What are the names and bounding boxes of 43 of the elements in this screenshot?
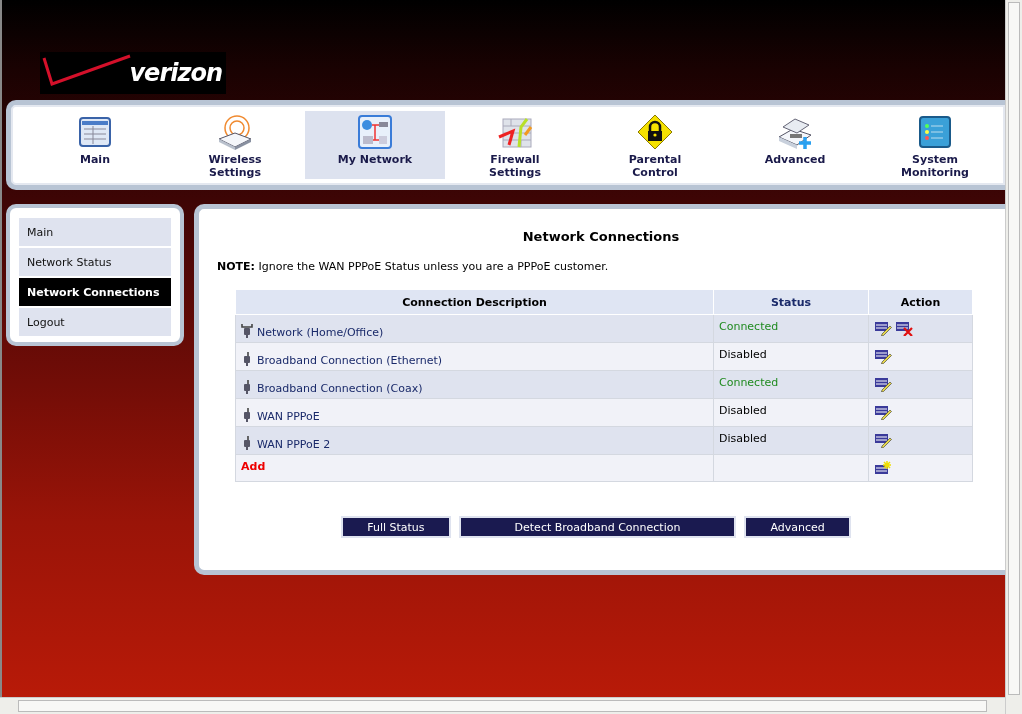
connection-link[interactable]: WAN PPPoE [257,404,320,423]
sidebar-item[interactable]: Network Connections [19,278,171,306]
cable-plug-icon [241,351,253,367]
edit-icon[interactable] [874,320,892,336]
nav-tab[interactable]: Wireless Settings [165,111,305,179]
status-text: Connected [719,320,779,333]
sidebar-item[interactable]: Network Status [19,248,171,276]
action-button[interactable]: Full Status [343,518,449,536]
sidebar-item[interactable]: Logout [19,308,171,336]
add-icon[interactable] [874,460,892,476]
column-header: Connection Description [235,289,714,315]
status-text: Connected [719,376,779,389]
note-text: NOTE: Ignore the WAN PPPoE Status unless you are a PPPoE customer. [217,260,610,273]
horizontal-scrollbar[interactable] [0,697,1005,714]
action-button[interactable]: Detect Broadband Connection [460,518,735,536]
connection-link[interactable]: WAN PPPoE 2 [257,432,331,451]
column-header: Action [868,289,973,315]
edit-icon[interactable] [874,348,892,364]
edit-icon[interactable] [874,376,892,392]
nav-tab[interactable]: My Network [305,111,445,179]
delete-icon[interactable] [895,320,913,336]
status-text: Disabled [719,348,767,361]
cable-plug-icon [241,407,253,423]
status-text: Disabled [719,404,767,417]
nav-tab[interactable]: System Monitoring [865,111,1005,179]
page-title: Network Connections [521,229,681,244]
nav-tab[interactable]: Main [25,111,165,179]
edit-icon[interactable] [874,432,892,448]
status-text: Disabled [719,432,767,445]
nav-tab[interactable]: Firewall Settings [445,111,585,179]
nav-tab[interactable]: Parental Control [585,111,725,179]
cable-plug-icon [241,435,253,451]
connection-link[interactable]: Network (Home/Office) [257,320,384,339]
cable-plug-icon [241,379,253,395]
verizon-logo: verizon [40,52,226,94]
nav-tab[interactable]: Advanced [725,111,865,179]
edit-icon[interactable] [874,404,892,420]
vertical-scrollbar[interactable] [1005,0,1022,714]
column-header: Status [713,289,869,315]
sidebar-item[interactable]: Main [19,218,171,246]
add-link[interactable]: Add [241,460,266,473]
action-button[interactable]: Advanced [746,518,849,536]
network-hub-icon [241,323,253,339]
